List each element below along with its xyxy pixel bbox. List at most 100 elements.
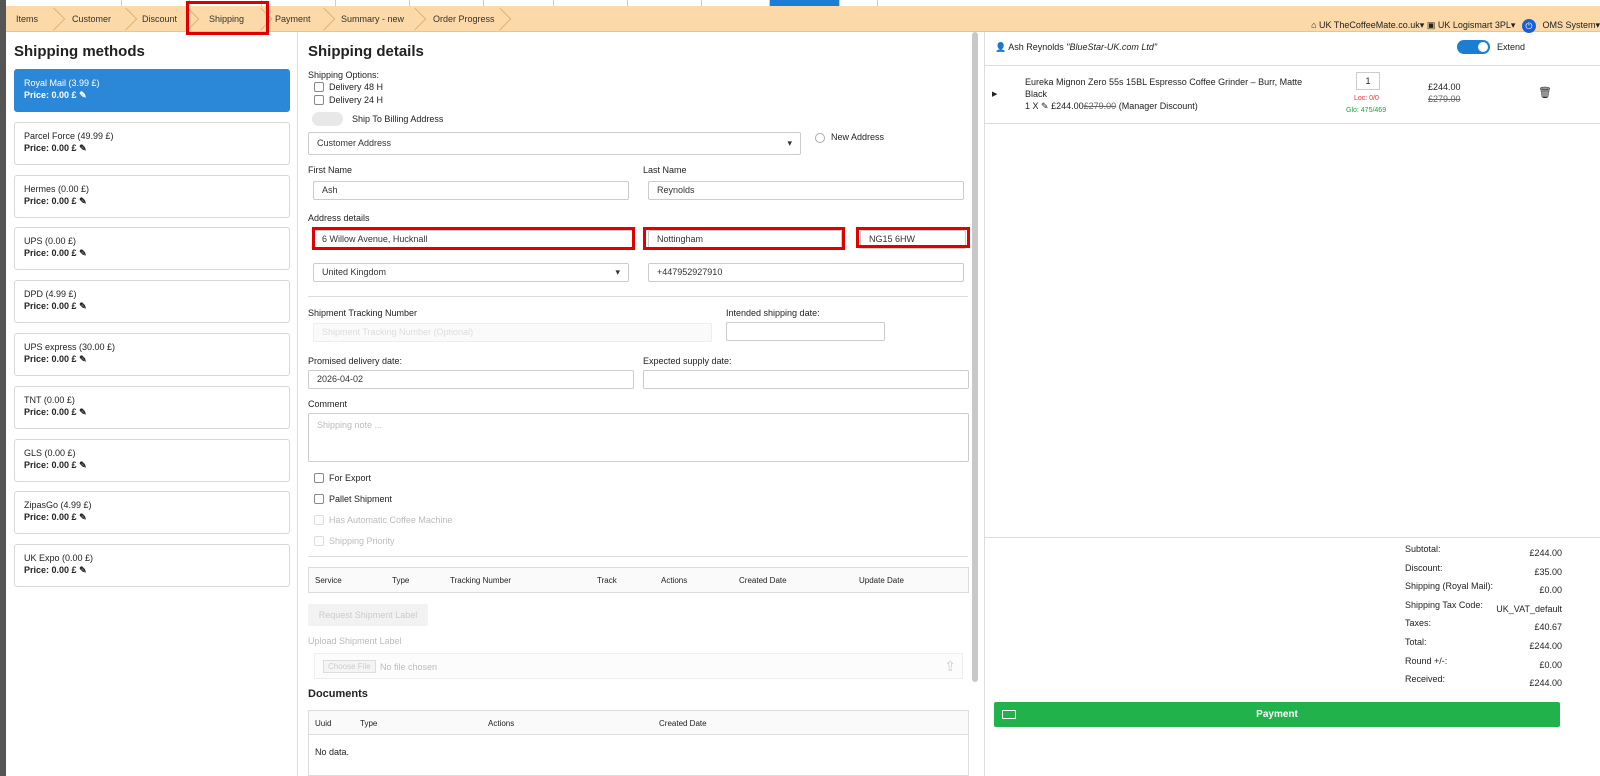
- upload-area[interactable]: Choose File No file chosen ⇪: [314, 653, 963, 679]
- col-doc-created: Created Date: [659, 719, 707, 728]
- first-name-input[interactable]: Ash: [313, 181, 629, 200]
- step-summary[interactable]: Summary - new: [341, 6, 404, 32]
- total-value: UK_VAT_default: [1496, 603, 1562, 614]
- first-name-label: First Name: [308, 165, 353, 175]
- expand-row-icon[interactable]: ▶: [992, 90, 997, 98]
- divider: [985, 123, 1600, 124]
- request-label-button[interactable]: Request Shipment Label: [308, 604, 428, 626]
- shipping-method-card[interactable]: UPS express (30.00 £) Price: 0.00 £ ✎: [14, 333, 290, 376]
- col-created: Created Date: [739, 576, 787, 585]
- power-icon[interactable]: ⏻: [1521, 18, 1536, 33]
- delivery48-checkbox[interactable]: [314, 82, 324, 92]
- step-separator: [322, 6, 332, 32]
- shipping-methods-title: Shipping methods: [14, 43, 145, 60]
- method-price: Price: 0.00 £ ✎: [24, 195, 87, 206]
- scrollbar[interactable]: [972, 32, 978, 682]
- total-label: Taxes:: [1405, 618, 1432, 629]
- pencil-icon[interactable]: ✎: [79, 248, 87, 258]
- pencil-icon[interactable]: ✎: [79, 196, 87, 206]
- phone-input[interactable]: +447952927910: [648, 263, 964, 282]
- method-name: UK Expo (0.00 £): [24, 553, 94, 564]
- comment-textarea[interactable]: Shipping note ...: [308, 413, 969, 462]
- caret-down-icon: ▾: [615, 267, 620, 277]
- address-select-value: Customer Address: [317, 138, 392, 148]
- step-discount[interactable]: Discount: [142, 6, 177, 32]
- new-address-label: New Address: [831, 132, 885, 142]
- promised-date-input[interactable]: 2026-04-02: [308, 370, 634, 389]
- extend-label: Extend: [1497, 42, 1526, 52]
- total-value: £35.00: [1534, 566, 1562, 577]
- address-select[interactable]: Customer Address ▾: [308, 132, 801, 155]
- payment-label: Payment: [1256, 709, 1298, 720]
- shipping-method-card[interactable]: Hermes (0.00 £) Price: 0.00 £ ✎: [14, 174, 290, 218]
- choose-file-button[interactable]: Choose File: [323, 660, 376, 673]
- line-old-price: £279.00: [1428, 94, 1461, 104]
- priority-checkbox[interactable]: [314, 536, 324, 546]
- ship-to-billing-label: Ship To Billing Address: [352, 114, 444, 124]
- warehouse-selector[interactable]: UK Logismart 3PL: [1438, 20, 1511, 30]
- step-customer[interactable]: Customer: [72, 6, 111, 32]
- step-label: Customer: [72, 14, 112, 24]
- payment-button[interactable]: Payment: [994, 702, 1560, 727]
- total-label: Discount:: [1405, 562, 1443, 573]
- step-items[interactable]: Items: [16, 6, 38, 32]
- pencil-icon[interactable]: ✎: [79, 407, 87, 417]
- coffee-machine-label: Has Automatic Coffee Machine: [329, 515, 453, 525]
- total-value: £40.67: [1534, 622, 1562, 633]
- step-payment[interactable]: Payment: [275, 6, 311, 32]
- total-value: £0.00: [1539, 659, 1562, 670]
- country-select[interactable]: United Kingdom ▾: [313, 263, 629, 282]
- intended-date-input[interactable]: [726, 322, 885, 341]
- trash-icon[interactable]: 🗑: [1538, 86, 1552, 99]
- pencil-icon[interactable]: ✎: [79, 354, 87, 364]
- customer-name: Ash Reynolds: [1008, 42, 1064, 52]
- total-value: £244.00: [1529, 641, 1562, 651]
- pencil-icon[interactable]: ✎: [79, 90, 87, 100]
- for-export-checkbox[interactable]: [314, 473, 324, 483]
- pencil-icon[interactable]: ✎: [79, 301, 87, 311]
- documents-table: Uuid Type Actions Created Date No data.: [308, 710, 969, 776]
- new-address-radio[interactable]: [815, 133, 825, 143]
- shipping-method-card[interactable]: UK Expo (0.00 £) Price: 0.00 £ ✎: [14, 544, 290, 588]
- step-separator: [413, 6, 423, 32]
- qty-input[interactable]: 1: [1356, 72, 1380, 90]
- method-name: Hermes (0.00 £): [24, 183, 90, 194]
- no-file-text: No file chosen: [380, 662, 438, 672]
- chevron-down-icon: ▾: [1595, 20, 1600, 30]
- last-name-input[interactable]: Reynolds: [648, 181, 964, 200]
- customer-header: 👤 Ash Reynolds "BlueStar-UK.com Ltd": [995, 42, 1157, 53]
- chevron-down-icon: ▾: [1419, 20, 1425, 30]
- pencil-icon[interactable]: ✎: [79, 565, 87, 575]
- total-value: £0.00: [1539, 585, 1562, 596]
- extend-toggle[interactable]: [1457, 40, 1490, 54]
- pencil-icon[interactable]: ✎: [79, 512, 87, 522]
- line-price: £244.00: [1428, 82, 1461, 92]
- pencil-icon[interactable]: ✎: [79, 143, 87, 153]
- shipping-method-card[interactable]: GLS (0.00 £) Price: 0.00 £ ✎: [14, 438, 290, 482]
- system-menu[interactable]: OMS System: [1542, 20, 1595, 30]
- delivery24-checkbox[interactable]: [314, 95, 324, 105]
- pallet-checkbox[interactable]: [314, 494, 324, 504]
- step-order-progress[interactable]: Order Progress: [433, 6, 495, 32]
- col-tracking: Tracking Number: [450, 576, 512, 585]
- highlight-postcode: [856, 227, 970, 248]
- coffee-machine-checkbox[interactable]: [314, 515, 324, 525]
- shipping-method-card[interactable]: UPS (0.00 £) Price: 0.00 £ ✎: [14, 227, 290, 271]
- pencil-icon[interactable]: ✎: [79, 460, 87, 470]
- pencil-icon[interactable]: ✎: [1041, 101, 1049, 111]
- shipping-method-card[interactable]: TNT (0.00 £) Price: 0.00 £ ✎: [14, 385, 290, 429]
- shipping-method-card[interactable]: ZipasGo (4.99 £) Price: 0.00 £ ✎: [14, 491, 290, 535]
- shipping-method-card[interactable]: DPD (4.99 £) Price: 0.00 £ ✎: [14, 280, 290, 324]
- ship-to-billing-toggle[interactable]: [312, 112, 343, 126]
- documents-header: Uuid Type Actions Created Date: [309, 711, 968, 735]
- product-name-line1: Eureka Mignon Zero 55s 15BL Espresso Cof…: [1025, 77, 1303, 87]
- step-label: Discount: [142, 14, 178, 24]
- method-price: Price: 0.00 £ ✎: [24, 248, 87, 259]
- divider: [985, 537, 1600, 538]
- shipping-method-card[interactable]: Royal Mail (3.99 £) Price: 0.00 £ ✎: [14, 69, 290, 112]
- tracking-input[interactable]: Shipment Tracking Number (Optional): [313, 323, 712, 342]
- expected-date-input[interactable]: [643, 370, 969, 389]
- method-name: DPD (4.99 £): [24, 289, 77, 300]
- store-selector[interactable]: UK TheCoffeeMate.co.uk: [1319, 20, 1420, 30]
- shipping-method-card[interactable]: Parcel Force (49.99 £) Price: 0.00 £ ✎: [14, 121, 290, 165]
